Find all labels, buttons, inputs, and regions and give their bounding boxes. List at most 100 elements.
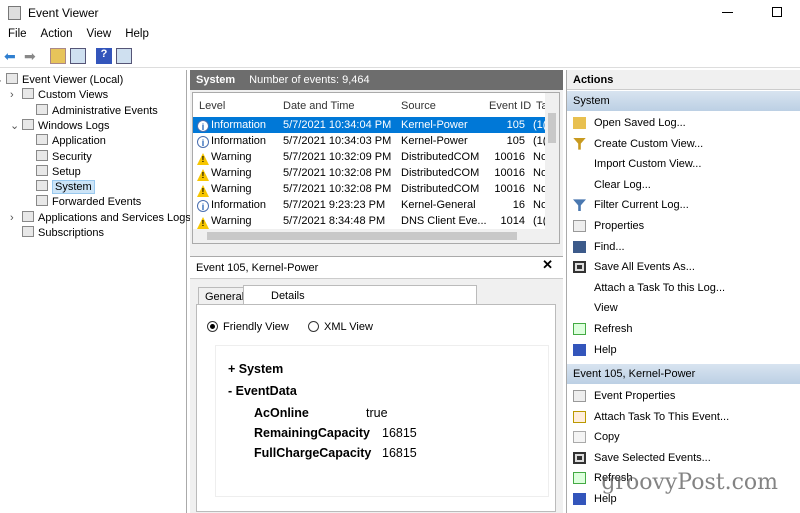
xml-view-radio[interactable]: XML View: [308, 321, 373, 333]
eventdata-node[interactable]: - EventData: [228, 384, 297, 398]
friendly-view-radio[interactable]: Friendly View: [207, 321, 289, 333]
action-save-all-events-as[interactable]: Save All Events As...: [567, 257, 800, 277]
tree-item-forwarded-events[interactable]: Forwarded Events: [36, 195, 141, 210]
tree-item-setup[interactable]: Setup: [36, 164, 81, 180]
action-clear-log[interactable]: Clear Log...: [567, 175, 800, 195]
action-attach-a-task-to-this-log[interactable]: Attach a Task To this Log...: [567, 278, 800, 298]
table-row[interactable]: i Information 5/7/2021 10:34:03 PM Kernel-P…: [193, 133, 545, 149]
action-label: Save Selected Events...: [594, 451, 711, 464]
event-count: Number of events: 9,464: [249, 74, 370, 86]
back-icon[interactable]: ⬅: [4, 48, 20, 64]
action-copy[interactable]: Copy: [567, 427, 800, 447]
level-cell: ! Warning: [197, 165, 252, 181]
tree-item-applications-and-services-logs[interactable]: › Applications and Services Logs: [10, 210, 191, 226]
vertical-scrollbar[interactable]: [545, 93, 559, 243]
action-find[interactable]: Find...: [567, 237, 800, 257]
action-label: Save All Events As...: [594, 261, 695, 274]
column-date[interactable]: Date and Time: [283, 97, 355, 115]
minimize-button[interactable]: [722, 12, 733, 13]
watermark: groovyPost.com: [601, 470, 778, 495]
tree-node-icon: [22, 88, 34, 100]
table-row[interactable]: ! Warning 5/7/2021 10:32:08 PM DistributedC…: [193, 181, 545, 197]
column-source[interactable]: Source: [401, 97, 436, 115]
information-icon: i: [197, 200, 209, 212]
tree-node-icon: [22, 226, 34, 237]
up-folder-icon[interactable]: [50, 48, 66, 64]
maximize-button[interactable]: [772, 7, 782, 17]
tree-item-custom-views[interactable]: › Custom Views: [10, 88, 108, 103]
action-save-selected-events[interactable]: Save Selected Events...: [567, 448, 800, 468]
level-cell: iInformation: [197, 117, 267, 133]
date-cell: 5/7/2021 10:34:04 PM: [283, 119, 392, 131]
action-properties[interactable]: Properties: [567, 216, 800, 236]
column-event-id[interactable]: Event ID: [489, 97, 531, 115]
show-hide-tree-icon[interactable]: [70, 48, 86, 64]
menu-view[interactable]: View: [79, 26, 118, 40]
warning-icon: !: [197, 153, 209, 165]
tree-item-system[interactable]: System: [36, 180, 95, 195]
action-attach-task-to-this-event[interactable]: Attach Task To This Event...: [567, 407, 800, 427]
table-row[interactable]: ! Warning 5/7/2021 10:32:08 PM DistributedC…: [193, 165, 545, 181]
source-cell: Kernel-General: [401, 199, 476, 211]
app-icon: [8, 6, 21, 20]
help-icon[interactable]: ?: [96, 48, 112, 64]
menu-file[interactable]: File: [0, 26, 33, 40]
date-cell: 5/7/2021 10:32:08 PM: [283, 183, 392, 195]
action-import-custom-view[interactable]: Import Custom View...: [567, 154, 800, 174]
action-event-properties[interactable]: Event Properties: [567, 386, 800, 406]
table-row[interactable]: i Information 5/7/2021 9:23:23 PM Kernel-Ge…: [193, 197, 545, 213]
action-label: Create Custom View...: [594, 137, 704, 150]
warning-icon: !: [197, 185, 209, 197]
close-icon[interactable]: ✕: [542, 257, 553, 273]
expand-icon[interactable]: ⌄: [10, 119, 19, 134]
expand-icon[interactable]: ›: [10, 211, 14, 226]
action-label: Filter Current Log...: [594, 199, 689, 212]
action-create-custom-view[interactable]: Create Custom View...: [567, 134, 800, 154]
menu-help[interactable]: Help: [117, 26, 155, 40]
field-value: true: [366, 406, 388, 420]
source-cell: DistributedCOM: [401, 183, 480, 195]
tree-node-icon: [36, 164, 48, 176]
column-level[interactable]: Level: [199, 97, 225, 115]
tree-item-event-viewer-local-[interactable]: ⌄ Event Viewer (Local): [0, 73, 123, 88]
console-tree: ⌄ Event Viewer (Local) › Custom Views Admini…: [0, 70, 191, 513]
action-label: Import Custom View...: [594, 158, 702, 171]
information-icon: i: [197, 120, 209, 132]
action-help[interactable]: Help: [567, 340, 800, 360]
action-label: Attach a Task To this Log...: [594, 281, 726, 294]
binoculars-icon: [573, 240, 586, 253]
events-table: Level Date and Time Source Event ID Ta i…: [192, 92, 560, 244]
forward-icon[interactable]: ➡: [24, 48, 40, 64]
funnel-icon: [573, 137, 586, 150]
table-row[interactable]: ! Warning 5/7/2021 8:34:48 PM DNS Client Ev…: [193, 213, 545, 229]
show-hide-action-pane-icon[interactable]: [116, 48, 132, 64]
level-cell: iInformation: [197, 197, 266, 213]
tree-item-label: Security: [52, 150, 92, 163]
action-refresh[interactable]: Refresh: [567, 319, 800, 339]
source-cell: DistributedCOM: [401, 151, 480, 163]
tree-item-administrative-events[interactable]: Administrative Events: [36, 103, 158, 119]
action-open-saved-log[interactable]: Open Saved Log...: [567, 113, 800, 133]
menu-action[interactable]: Action: [33, 26, 79, 40]
tree-node-icon: [36, 134, 48, 146]
tree-item-subscriptions[interactable]: Subscriptions: [22, 226, 104, 241]
expand-icon[interactable]: ⌄: [0, 73, 3, 88]
event-id-cell: 105: [506, 135, 525, 147]
action-view[interactable]: View: [567, 298, 800, 318]
source-cell: DistributedCOM: [401, 167, 480, 179]
system-node[interactable]: + System: [228, 362, 283, 376]
action-label: Help: [594, 343, 617, 356]
task-cell: (1(: [533, 215, 545, 227]
tree-item-label: Forwarded Events: [52, 196, 142, 209]
tree-item-application[interactable]: Application: [36, 134, 106, 149]
tab-details[interactable]: Details: [243, 285, 477, 306]
tree-item-label: Application: [52, 135, 106, 148]
action-filter-current-log[interactable]: Filter Current Log...: [567, 195, 800, 215]
expand-icon[interactable]: ›: [10, 88, 14, 103]
tree-item-security[interactable]: Security: [36, 149, 92, 165]
table-row[interactable]: i Information 5/7/2021 10:34:04 PM Kernel-P…: [193, 117, 545, 133]
section-header: Event 105, Kernel-Power: [567, 364, 800, 385]
table-row[interactable]: ! Warning 5/7/2021 10:32:09 PM DistributedC…: [193, 149, 545, 165]
horizontal-scrollbar[interactable]: [193, 229, 545, 243]
tree-item-windows-logs[interactable]: ⌄ Windows Logs: [10, 118, 110, 134]
